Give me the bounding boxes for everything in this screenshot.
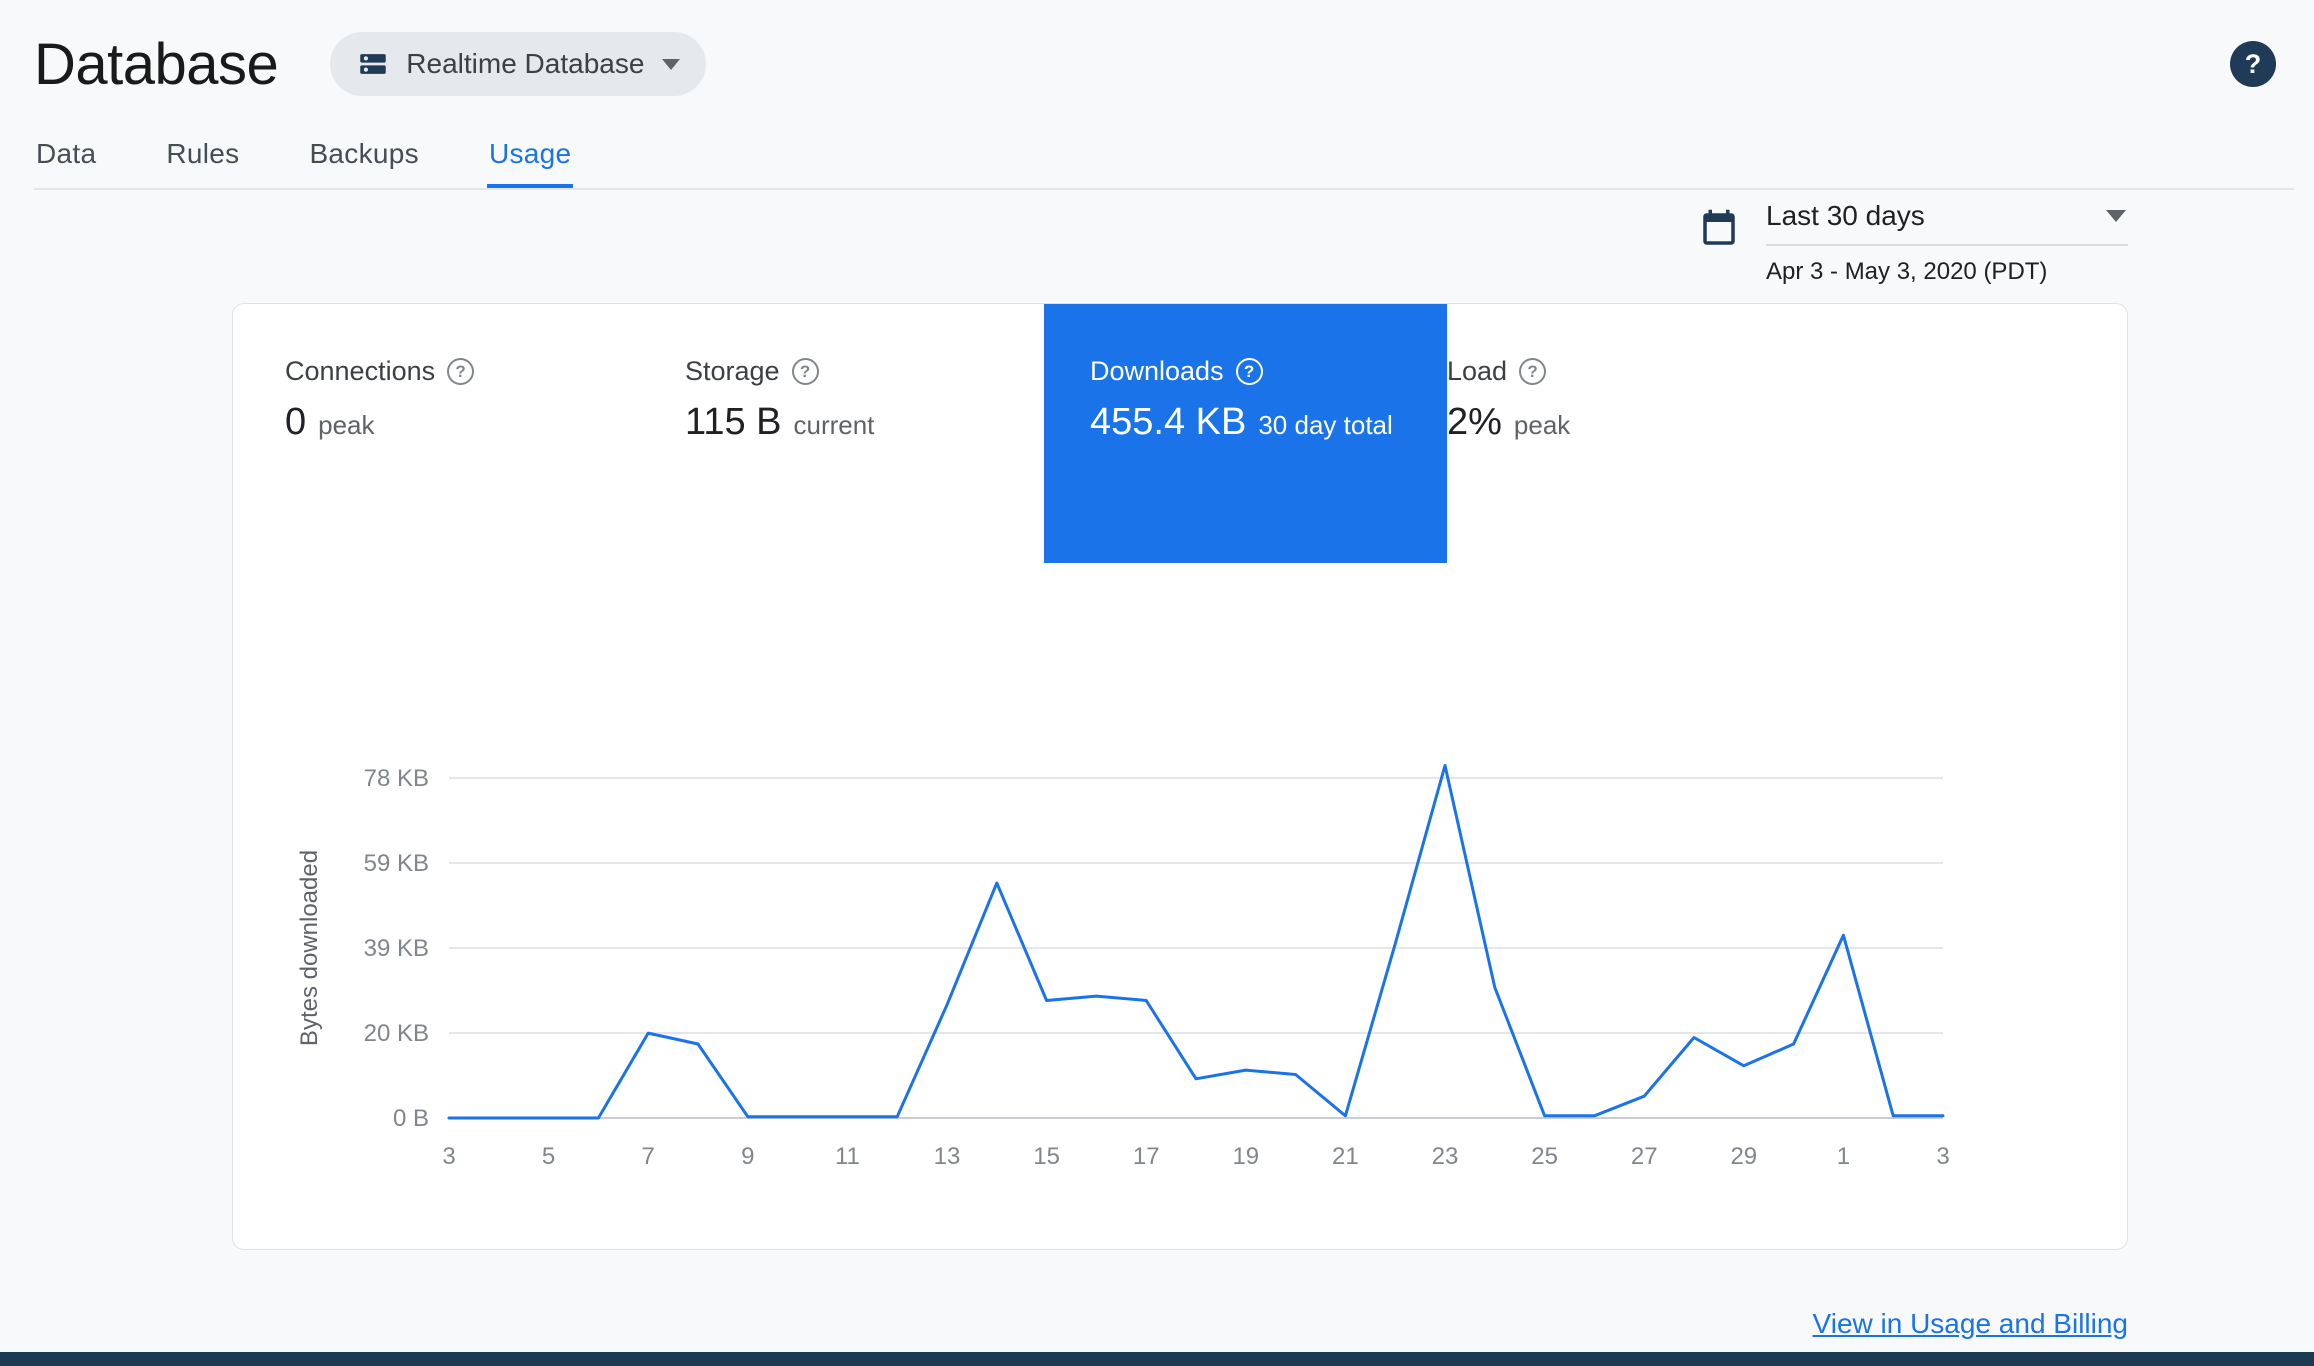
date-range-preset: Last 30 days xyxy=(1766,200,1925,231)
page-header: Database Realtime Database ? xyxy=(0,0,2314,118)
tab-rules[interactable]: Rules xyxy=(164,124,241,188)
svg-text:11: 11 xyxy=(835,1143,860,1170)
metric-value-row: 0 peak xyxy=(285,401,685,444)
svg-text:29: 29 xyxy=(1730,1143,1757,1170)
metric-value: 2% xyxy=(1447,401,1502,443)
svg-text:15: 15 xyxy=(1033,1143,1060,1170)
metric-tile-load[interactable]: Load ? 2% peak xyxy=(1447,304,1847,563)
chevron-down-icon xyxy=(662,58,681,70)
help-icon[interactable]: ? xyxy=(447,358,475,385)
date-range-picker[interactable]: Last 30 days Apr 3 - May 3, 2020 (PDT) xyxy=(1698,198,2128,286)
metric-value: 0 xyxy=(285,401,307,443)
metric-label: Connections xyxy=(285,356,436,386)
svg-text:3: 3 xyxy=(1936,1143,1949,1170)
svg-text:0 B: 0 B xyxy=(393,1105,429,1132)
date-range-body: Last 30 days Apr 3 - May 3, 2020 (PDT) xyxy=(1766,198,2128,286)
svg-text:13: 13 xyxy=(934,1143,961,1170)
tab-usage[interactable]: Usage xyxy=(486,124,574,188)
metric-value: 115 B xyxy=(685,401,782,443)
database-selector-label: Realtime Database xyxy=(406,48,645,79)
chevron-down-icon xyxy=(2106,210,2126,222)
svg-text:27: 27 xyxy=(1631,1143,1658,1170)
svg-text:23: 23 xyxy=(1432,1143,1459,1170)
metric-tile-connections[interactable]: Connections ? 0 peak xyxy=(285,304,685,563)
metric-suffix: peak xyxy=(318,410,375,440)
metric-label: Downloads xyxy=(1090,356,1224,386)
date-range-dates: Apr 3 - May 3, 2020 (PDT) xyxy=(1766,258,2048,285)
metric-suffix: 30 day total xyxy=(1258,410,1393,440)
calendar-icon xyxy=(1698,208,1740,250)
page-title: Database xyxy=(34,31,279,97)
svg-text:20 KB: 20 KB xyxy=(364,1020,429,1047)
database-selector[interactable]: Realtime Database xyxy=(330,32,707,96)
metric-suffix: current xyxy=(793,410,875,440)
svg-text:Bytes downloaded: Bytes downloaded xyxy=(296,850,323,1046)
metric-title: Storage ? xyxy=(685,356,1044,387)
view-usage-billing-link[interactable]: View in Usage and Billing xyxy=(1813,1308,2128,1339)
tab-data[interactable]: Data xyxy=(34,124,98,188)
svg-text:9: 9 xyxy=(741,1143,754,1170)
metric-value: 455.4 KB xyxy=(1090,401,1247,443)
metric-tile-downloads[interactable]: Downloads ? 455.4 KB 30 day total xyxy=(1044,304,1447,563)
metric-title: Load ? xyxy=(1447,356,1847,387)
metric-value-row: 115 B current xyxy=(685,401,1044,444)
metric-tiles: Connections ? 0 peak Storage ? 115 B cur… xyxy=(233,304,2127,563)
svg-text:7: 7 xyxy=(642,1143,655,1170)
svg-text:59 KB: 59 KB xyxy=(364,850,429,877)
help-icon[interactable]: ? xyxy=(1519,358,1547,385)
tab-backups[interactable]: Backups xyxy=(307,124,421,188)
svg-text:3: 3 xyxy=(442,1143,455,1170)
metric-label: Storage xyxy=(685,356,780,386)
usage-line-chart: 0 B20 KB39 KB59 KB78 KB3 5 7 9 11 13 15 17 19 21 2… xyxy=(296,764,1950,1170)
metric-tile-storage[interactable]: Storage ? 115 B current xyxy=(685,304,1044,563)
metric-value-row: 455.4 KB 30 day total xyxy=(1090,401,1447,444)
database-icon xyxy=(356,47,390,81)
help-icon[interactable]: ? xyxy=(1235,358,1263,385)
metric-label: Load xyxy=(1447,356,1508,386)
footer-row: View in Usage and Billing xyxy=(232,1308,2128,1340)
usage-card: Connections ? 0 peak Storage ? 115 B cur… xyxy=(232,303,2128,1250)
svg-text:1: 1 xyxy=(1837,1143,1850,1170)
help-button[interactable]: ? xyxy=(2230,41,2276,87)
svg-text:78 KB: 78 KB xyxy=(364,765,429,792)
metric-title: Downloads ? xyxy=(1090,356,1447,387)
svg-text:5: 5 xyxy=(542,1143,555,1170)
help-icon[interactable]: ? xyxy=(791,358,819,385)
bottom-bar xyxy=(0,1352,2314,1366)
metric-title: Connections ? xyxy=(285,356,685,387)
svg-text:39 KB: 39 KB xyxy=(364,935,429,962)
svg-text:17: 17 xyxy=(1133,1143,1160,1170)
svg-text:25: 25 xyxy=(1531,1143,1558,1170)
tab-bar: Data Rules Backups Usage xyxy=(34,124,2294,190)
metric-value-row: 2% peak xyxy=(1447,401,1847,444)
metric-suffix: peak xyxy=(1513,410,1571,440)
svg-text:21: 21 xyxy=(1332,1143,1359,1170)
date-range-preset-row[interactable]: Last 30 days xyxy=(1766,198,2128,246)
svg-text:19: 19 xyxy=(1232,1143,1259,1170)
